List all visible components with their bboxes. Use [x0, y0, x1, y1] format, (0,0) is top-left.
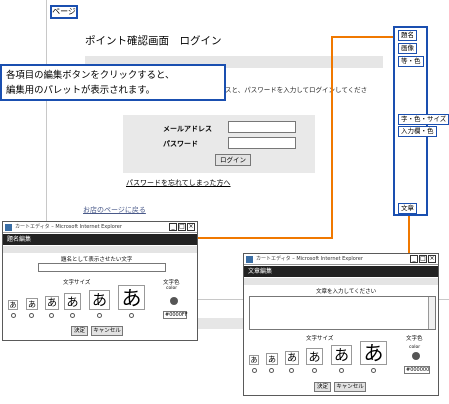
- size-radio[interactable]: [339, 368, 344, 373]
- color-hex-field[interactable]: #000000: [404, 366, 430, 374]
- size-option-1[interactable]: あ: [8, 300, 18, 310]
- color-swatch[interactable]: [170, 297, 178, 305]
- size-option-5[interactable]: あ: [331, 345, 352, 365]
- ok-button[interactable]: 決定: [71, 326, 88, 336]
- password-field[interactable]: [228, 137, 296, 149]
- window-title: カートエディタ – Microsoft Internet Explorer: [256, 256, 363, 262]
- close-icon[interactable]: ×: [187, 223, 195, 231]
- edit-body-text-button[interactable]: 文章: [398, 203, 417, 214]
- font-size-label: 文字サイズ: [306, 336, 334, 342]
- size-radio[interactable]: [371, 368, 376, 373]
- size-radio[interactable]: [289, 368, 294, 373]
- size-option-2[interactable]: あ: [266, 353, 278, 365]
- size-option-4[interactable]: あ: [64, 293, 81, 310]
- password-label: パスワード: [163, 140, 198, 148]
- size-option-4[interactable]: あ: [306, 348, 323, 365]
- size-option-6[interactable]: あ: [118, 285, 145, 310]
- cancel-button[interactable]: キャンセル: [91, 326, 123, 336]
- title-prompt: 題名として表示させたい文字: [61, 257, 133, 263]
- color-swatch[interactable]: [412, 352, 420, 360]
- edit-line-color-button[interactable]: 等・色: [398, 56, 424, 67]
- login-form: メールアドレス パスワード ログイン: [123, 115, 315, 173]
- callout-line-1: 各項目の編集ボタンをクリックすると、: [6, 70, 175, 81]
- email-label: メールアドレス: [163, 125, 212, 133]
- connector-line: [183, 237, 333, 239]
- page-title: ポイント確認画面 ログイン: [85, 35, 222, 47]
- maximize-icon[interactable]: □: [419, 255, 427, 263]
- callout-line-2: 編集用のパレットが表示されます。: [6, 85, 156, 96]
- size-radio[interactable]: [11, 313, 16, 318]
- window-titlebar: カートエディタ – Microsoft Internet Explorer: [3, 222, 197, 233]
- size-radio[interactable]: [252, 368, 257, 373]
- text-prompt: 文章を入力してください: [316, 289, 377, 295]
- explanation-callout: 各項目の編集ボタンをクリックすると、 編集用のパレットが表示されます。: [0, 64, 226, 101]
- maximize-icon[interactable]: □: [178, 223, 186, 231]
- title-editor-window: カートエディタ – Microsoft Internet Explorer _ …: [2, 221, 198, 341]
- connector-line: [331, 36, 333, 239]
- login-instruction: スと、パスワードを入力してログインしてくださ: [225, 86, 368, 94]
- text-editor-window: カートエディタ – Microsoft Internet Explorer _ …: [243, 253, 439, 396]
- minimize-icon[interactable]: _: [169, 223, 177, 231]
- ok-button[interactable]: 決定: [314, 382, 331, 392]
- minimize-icon[interactable]: _: [410, 255, 418, 263]
- size-radio[interactable]: [312, 368, 317, 373]
- size-radio[interactable]: [49, 313, 54, 318]
- font-color-label: 文字色: [163, 280, 180, 286]
- connector-line: [331, 36, 395, 38]
- font-color-label: 文字色: [406, 336, 423, 342]
- editor-header: 題名編集: [3, 234, 197, 245]
- back-to-shop-link[interactable]: お店のページに戻る: [83, 205, 146, 215]
- text-scrollbar[interactable]: [428, 297, 435, 329]
- edit-title-button[interactable]: 題名: [398, 30, 417, 41]
- edit-image-button[interactable]: 画像: [398, 43, 417, 54]
- login-button[interactable]: ログイン: [215, 154, 251, 166]
- size-radio[interactable]: [269, 368, 274, 373]
- size-radio[interactable]: [70, 313, 75, 318]
- separator-band: [3, 246, 197, 253]
- font-size-label: 文字サイズ: [63, 280, 91, 286]
- editor-header: 文章編集: [244, 266, 438, 277]
- color-hex-field[interactable]: #0000FF: [163, 311, 188, 319]
- separator-band: [244, 278, 438, 285]
- cancel-button[interactable]: キャンセル: [334, 382, 366, 392]
- size-option-3[interactable]: あ: [285, 351, 299, 365]
- size-option-3[interactable]: あ: [45, 296, 59, 310]
- body-text-area[interactable]: [249, 296, 436, 330]
- page-tag: ページ: [50, 5, 78, 19]
- size-radio[interactable]: [29, 313, 34, 318]
- edit-text-style-button[interactable]: 字・色・サイズ: [398, 114, 449, 125]
- ie-icon: [246, 256, 253, 263]
- size-option-2[interactable]: あ: [26, 298, 38, 310]
- size-radio[interactable]: [129, 313, 134, 318]
- size-option-1[interactable]: あ: [249, 355, 259, 365]
- size-option-6[interactable]: あ: [360, 341, 387, 365]
- ie-icon: [5, 224, 12, 231]
- window-title: カートエディタ – Microsoft Internet Explorer: [15, 224, 122, 230]
- edit-input-color-button[interactable]: 入力欄・色: [398, 126, 437, 137]
- color-caption: color: [166, 286, 178, 291]
- window-titlebar: カートエディタ – Microsoft Internet Explorer: [244, 254, 438, 265]
- size-option-5[interactable]: あ: [89, 290, 110, 310]
- close-icon[interactable]: ×: [428, 255, 436, 263]
- forgot-password-link[interactable]: パスワードを忘れてしまった方へ: [126, 178, 231, 188]
- size-radio[interactable]: [97, 313, 102, 318]
- color-caption: color: [409, 345, 421, 350]
- title-text-input[interactable]: [38, 263, 166, 272]
- email-field[interactable]: [228, 121, 296, 133]
